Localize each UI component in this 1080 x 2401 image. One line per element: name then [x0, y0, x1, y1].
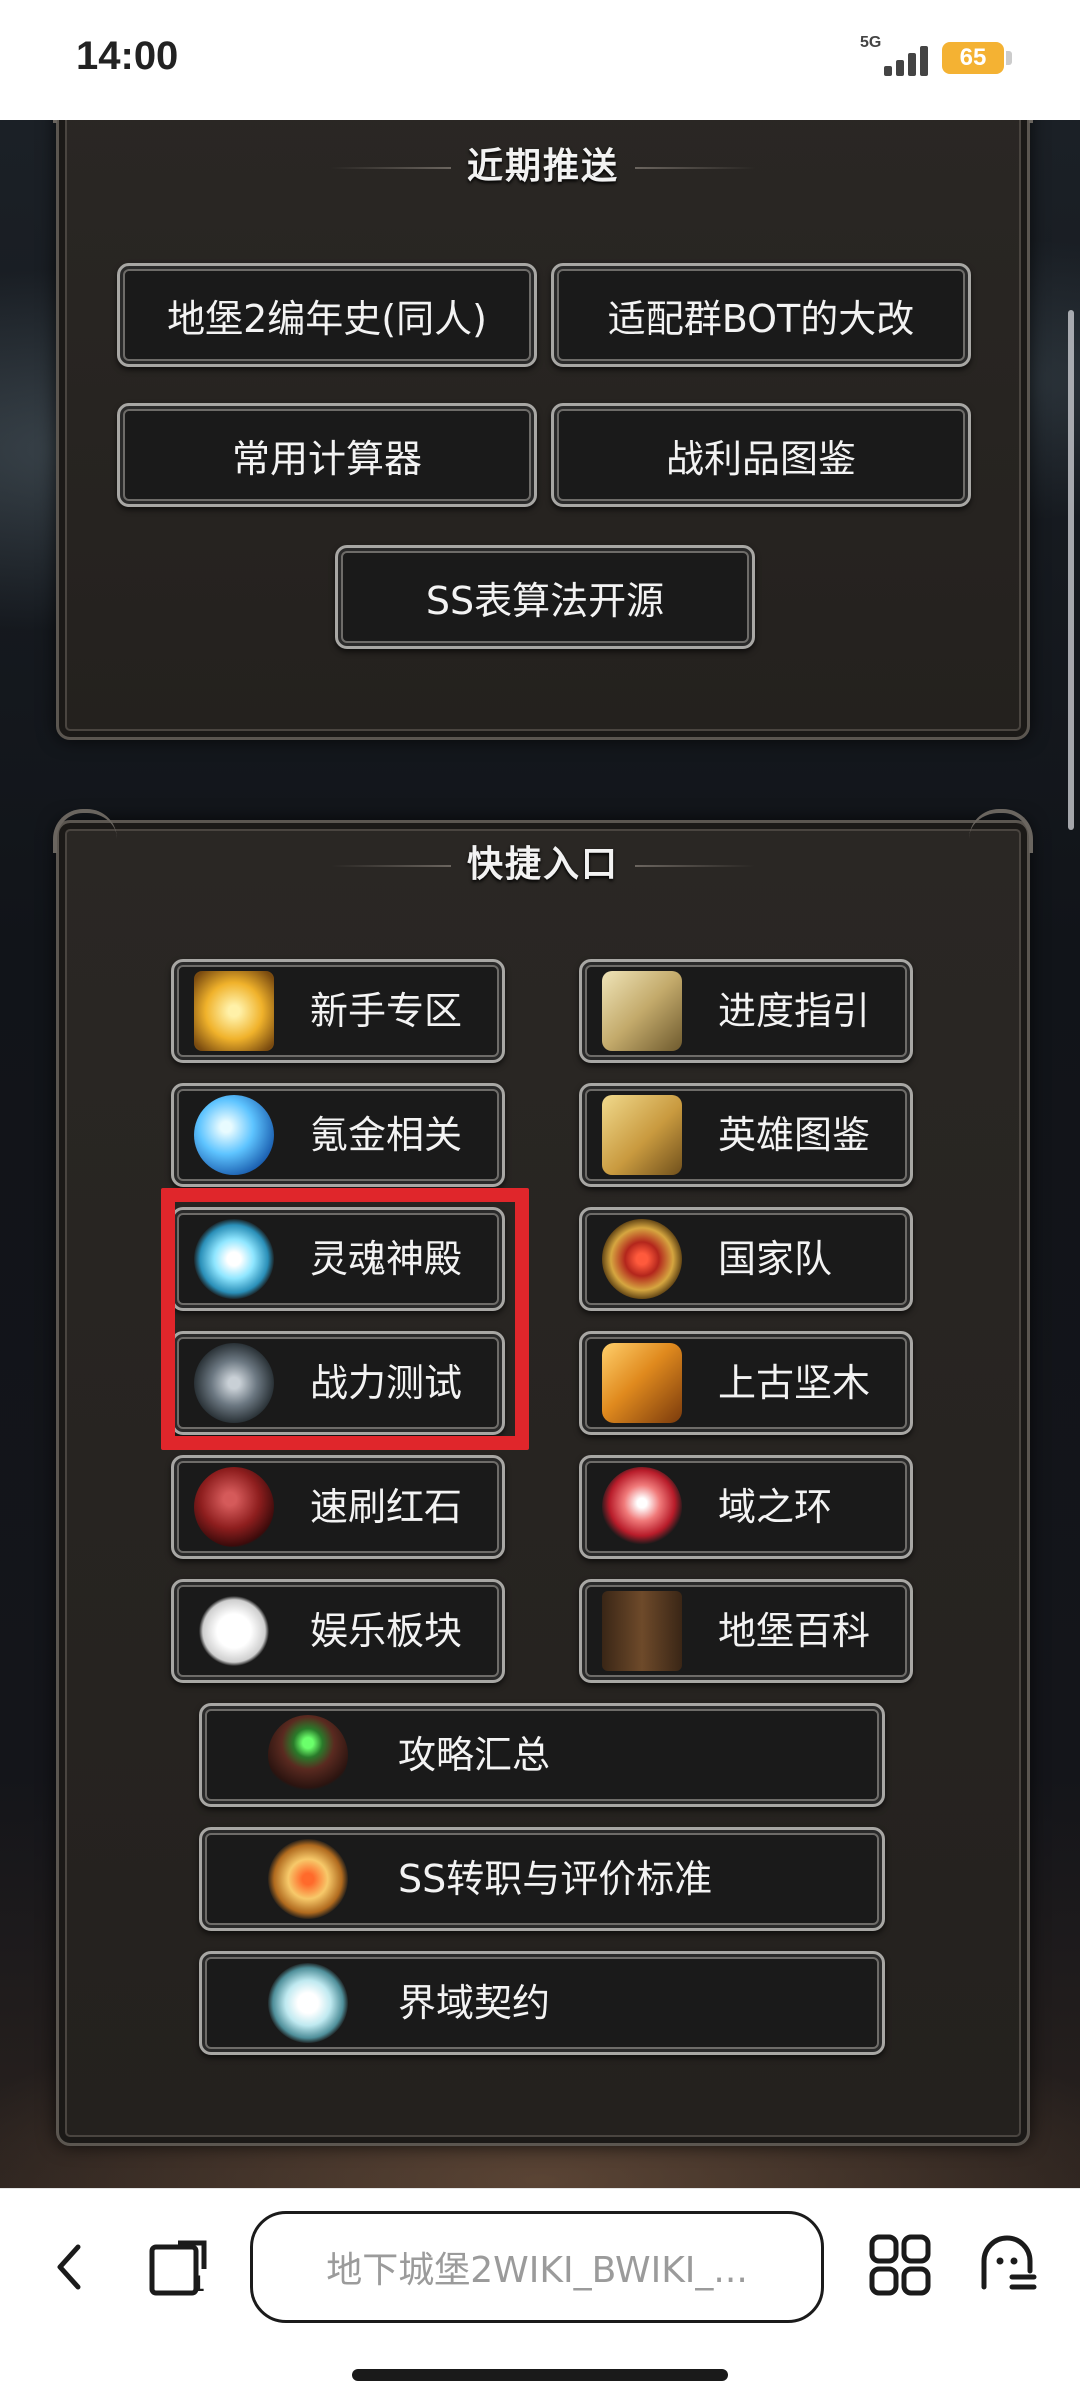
status-indicators: 5G 65 — [860, 34, 1012, 80]
ghost-icon — [981, 2235, 1037, 2290]
crest-icon — [602, 1219, 682, 1299]
wood-log-icon — [602, 1343, 682, 1423]
address-text: 地下城堡2WIKI_BWIKI_... — [326, 2250, 748, 2291]
red-gem-icon — [602, 1467, 682, 1547]
recent-button-calculator[interactable]: 常用计算器 — [117, 403, 537, 507]
battery-level: 65 — [959, 44, 987, 71]
tome-icon — [602, 1591, 682, 1671]
quick-button-payment[interactable]: 氪金相关 — [171, 1083, 505, 1187]
signal-icon: 5G — [860, 34, 928, 76]
browser-toolbar: 1 地下城堡2WIKI_BWIKI_... — [0, 2188, 1080, 2401]
crossed-swords-icon — [194, 1343, 274, 1423]
chevron-left-icon — [57, 2244, 81, 2290]
quick-button-redstone[interactable]: 速刷红石 — [171, 1455, 505, 1559]
tabs-icon: 1 — [149, 2240, 207, 2296]
quick-button-realm-contract[interactable]: 界域契约 — [199, 1951, 885, 2055]
red-stone-icon — [194, 1467, 274, 1547]
quick-button-newbie[interactable]: 新手专区 — [171, 959, 505, 1063]
quick-panel: 快捷入口 新手专区 氪金相关 灵魂神殿 战力测试 速刷红石 娱乐板块 进度指引 … — [53, 809, 1033, 2146]
quick-button-hero-guide[interactable]: 英雄图鉴 — [579, 1083, 913, 1187]
quick-button-soul-temple[interactable]: 灵魂神殿 — [171, 1207, 505, 1311]
quick-button-encyclopedia[interactable]: 地堡百科 — [579, 1579, 913, 1683]
gold-emblem-icon — [268, 1839, 348, 1919]
network-type: 5G — [860, 34, 882, 51]
soul-orb-icon — [194, 1219, 274, 1299]
grid-icon — [869, 2234, 931, 2296]
svg-text:1: 1 — [192, 2271, 204, 2296]
quick-button-domain-ring[interactable]: 域之环 — [579, 1455, 913, 1559]
quick-button-progress-guide[interactable]: 进度指引 — [579, 959, 913, 1063]
quick-panel-title: 快捷入口 — [59, 835, 1027, 887]
recent-button-chronicle[interactable]: 地堡2编年史(同人) — [117, 263, 537, 367]
scrollbar[interactable] — [1068, 310, 1074, 830]
blue-crystal-icon — [194, 1095, 274, 1175]
golden-book-icon — [194, 971, 274, 1051]
quick-button-strategy[interactable]: 攻略汇总 — [199, 1703, 885, 1807]
address-bar[interactable]: 地下城堡2WIKI_BWIKI_... — [250, 2211, 824, 2323]
home-indicator[interactable] — [352, 2369, 728, 2381]
page-content[interactable]: 近期推送 地堡2编年史(同人) 适配群BOT的大改 常用计算器 战利品图鉴 SS… — [0, 120, 1080, 2188]
quick-button-ancient-wood[interactable]: 上古坚木 — [579, 1331, 913, 1435]
incognito-button[interactable] — [974, 2231, 1040, 2297]
menu-grid-button[interactable] — [868, 2233, 932, 2297]
recent-panel-title: 近期推送 — [59, 137, 1027, 189]
white-orb-icon — [268, 1963, 348, 2043]
mask-icon — [194, 1591, 274, 1671]
recent-button-ss-algorithm[interactable]: SS表算法开源 — [335, 545, 755, 649]
quick-button-entertainment[interactable]: 娱乐板块 — [171, 1579, 505, 1683]
scroll-icon — [602, 971, 682, 1051]
quick-button-power-test[interactable]: 战力测试 — [171, 1331, 505, 1435]
cauldron-icon — [268, 1715, 348, 1795]
recent-button-loot-guide[interactable]: 战利品图鉴 — [551, 403, 971, 507]
recent-panel: 近期推送 地堡2编年史(同人) 适配群BOT的大改 常用计算器 战利品图鉴 SS… — [53, 120, 1033, 740]
tabs-button[interactable]: 1 — [148, 2239, 210, 2297]
map-scroll-icon — [602, 1095, 682, 1175]
battery-icon: 65 — [942, 42, 1012, 74]
quick-button-ss-class[interactable]: SS转职与评价标准 — [199, 1827, 885, 1931]
status-time: 14:00 — [76, 34, 179, 78]
quick-button-national-team[interactable]: 国家队 — [579, 1207, 913, 1311]
recent-button-bot-update[interactable]: 适配群BOT的大改 — [551, 263, 971, 367]
back-button[interactable] — [48, 2237, 92, 2297]
status-bar: 14:00 5G 65 — [0, 0, 1080, 120]
